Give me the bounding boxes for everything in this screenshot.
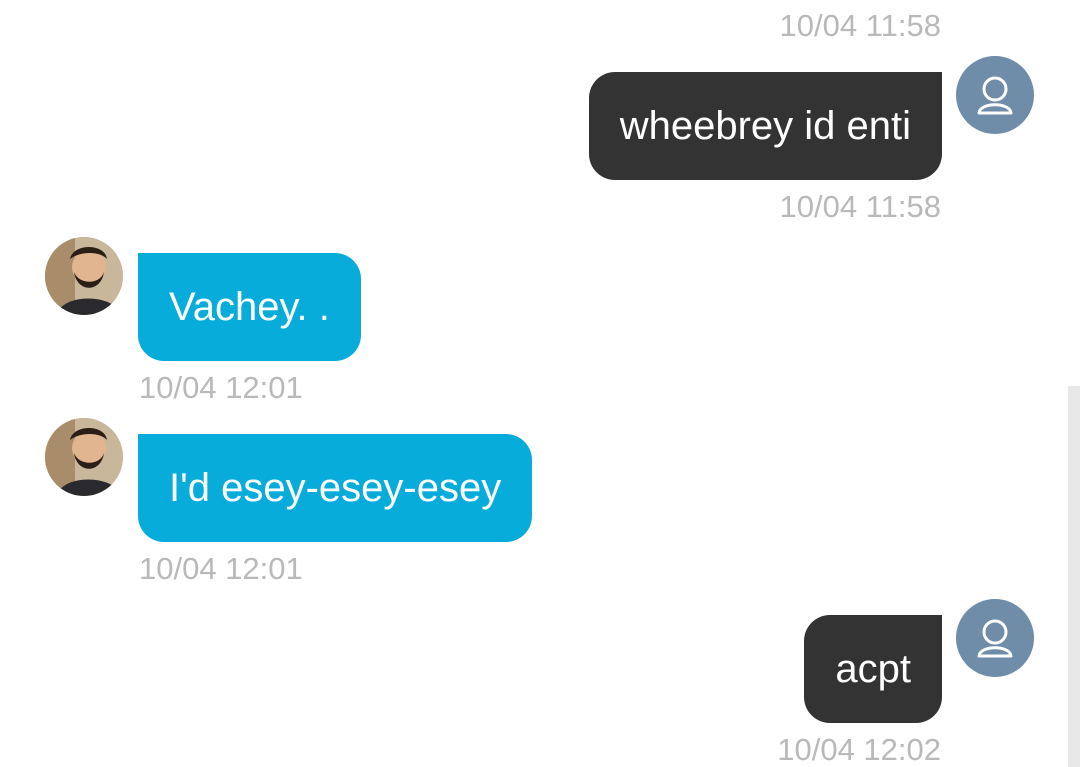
message-text: acpt xyxy=(835,646,911,691)
message-timestamp: 10/04 12:02 xyxy=(777,732,941,767)
scrollbar[interactable] xyxy=(1068,386,1080,767)
contact-avatar[interactable] xyxy=(45,237,123,315)
message-text: I'd esey-esey-esey xyxy=(169,465,502,510)
message-timestamp: 10/04 12:01 xyxy=(139,551,303,586)
contact-photo xyxy=(45,237,123,315)
message-bubble-incoming[interactable]: Vachey. . xyxy=(138,253,361,361)
message-text: wheebrey id enti xyxy=(619,103,911,148)
message-timestamp: 10/04 12:01 xyxy=(139,370,303,405)
user-icon xyxy=(977,619,1013,658)
my-avatar[interactable] xyxy=(956,56,1034,134)
message-bubble-outgoing[interactable]: wheebrey id enti xyxy=(588,72,942,180)
my-avatar[interactable] xyxy=(956,599,1034,677)
message-bubble-outgoing[interactable]: acpt xyxy=(804,615,942,723)
contact-avatar[interactable] xyxy=(45,418,123,496)
message-timestamp: 10/04 11:58 xyxy=(779,189,941,224)
message-text: Vachey. . xyxy=(169,284,330,329)
contact-photo xyxy=(45,418,123,496)
message-timestamp: 10/04 11:58 xyxy=(779,8,941,43)
message-bubble-incoming[interactable]: I'd esey-esey-esey xyxy=(138,434,533,542)
chat-thread[interactable]: 10/04 11:58 wheebrey id enti 10/04 11:58… xyxy=(0,0,1080,767)
user-icon xyxy=(977,76,1013,115)
